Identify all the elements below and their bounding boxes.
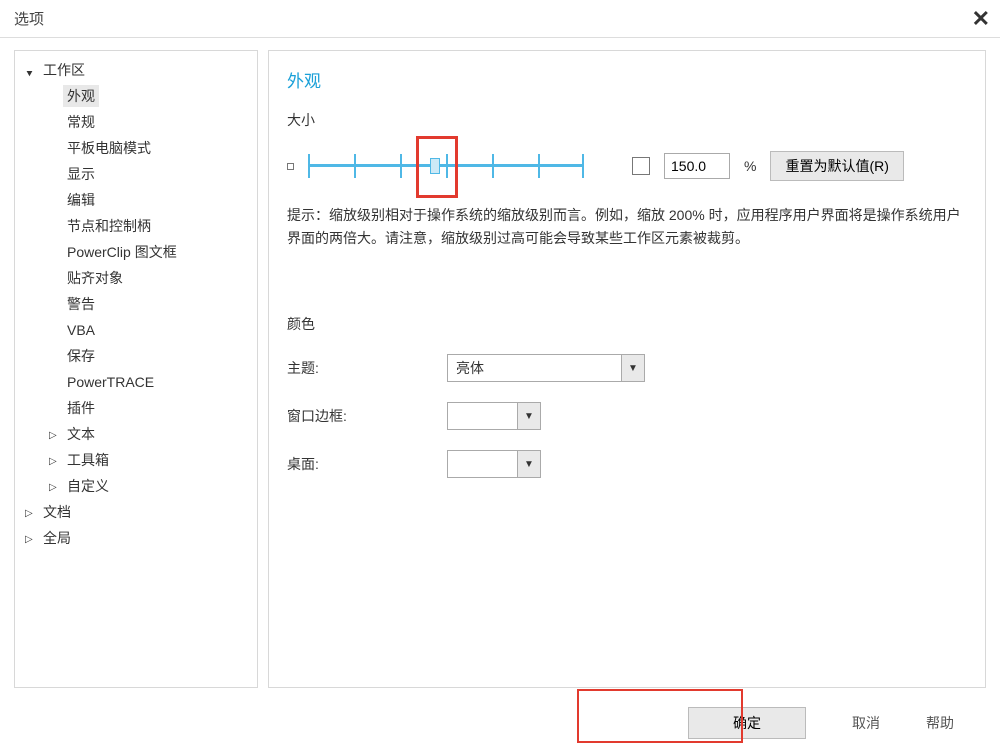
tree-item-plugins[interactable]: 插件 bbox=[15, 395, 257, 421]
ok-button[interactable]: 确定 bbox=[688, 707, 806, 739]
tree-item-toolbox[interactable]: 工具箱 bbox=[15, 447, 257, 473]
tree-item-powerclip[interactable]: PowerClip 图文框 bbox=[15, 239, 257, 265]
tree-item-nodes[interactable]: 节点和控制柄 bbox=[15, 213, 257, 239]
cancel-button[interactable]: 取消 bbox=[852, 713, 880, 733]
tree-item-tablet[interactable]: 平板电脑模式 bbox=[15, 135, 257, 161]
desktop-row: 桌面: ▼ bbox=[287, 450, 967, 478]
footer: 确定 取消 帮助 bbox=[0, 691, 1000, 755]
tree-item-appearance[interactable]: 外观 bbox=[15, 83, 257, 109]
panel-title: 外观 bbox=[287, 67, 967, 92]
border-label: 窗口边框: bbox=[287, 406, 447, 426]
tree-item-save[interactable]: 保存 bbox=[15, 343, 257, 369]
theme-label: 主题: bbox=[287, 358, 447, 378]
tree-panel: 工作区 外观 常规 平板电脑模式 显示 编辑 节点和控制柄 PowerClip … bbox=[14, 50, 258, 688]
tree-item-document[interactable]: 文档 bbox=[15, 499, 257, 525]
chevron-down-icon[interactable]: ▼ bbox=[517, 402, 541, 430]
tree-item-powertrace[interactable]: PowerTRACE bbox=[15, 369, 257, 395]
tree-item-general[interactable]: 常规 bbox=[15, 109, 257, 135]
slider-tick bbox=[446, 154, 448, 178]
slider-thumb[interactable] bbox=[430, 158, 440, 174]
slider-tick bbox=[308, 154, 310, 178]
size-hint: 提示：缩放级别相对于操作系统的缩放级别而言。例如，缩放 200% 时，应用程序用… bbox=[287, 204, 967, 250]
slider-tick bbox=[400, 154, 402, 178]
chevron-down-icon[interactable]: ▼ bbox=[517, 450, 541, 478]
nav-tree: 工作区 外观 常规 平板电脑模式 显示 编辑 节点和控制柄 PowerClip … bbox=[15, 57, 257, 551]
titlebar: 选项 ✕ bbox=[0, 0, 1000, 38]
slider-tick bbox=[582, 154, 584, 178]
tree-item-snap[interactable]: 贴齐对象 bbox=[15, 265, 257, 291]
close-icon[interactable]: ✕ bbox=[972, 8, 990, 30]
size-preview-icon bbox=[287, 163, 294, 170]
theme-combo-text: 亮体 bbox=[447, 354, 621, 382]
tree-item-workspace[interactable]: 工作区 bbox=[15, 57, 257, 83]
tree-item-display[interactable]: 显示 bbox=[15, 161, 257, 187]
size-row: % 重置为默认值(R) bbox=[287, 150, 967, 182]
reset-button[interactable]: 重置为默认值(R) bbox=[770, 151, 903, 181]
scale-value-input[interactable] bbox=[664, 153, 730, 179]
desktop-combo[interactable]: ▼ bbox=[447, 450, 541, 478]
tree-item-warnings[interactable]: 警告 bbox=[15, 291, 257, 317]
tree-item-edit[interactable]: 编辑 bbox=[15, 187, 257, 213]
theme-row: 主题: 亮体 ▼ bbox=[287, 354, 967, 382]
body-area: 工作区 外观 常规 平板电脑模式 显示 编辑 节点和控制柄 PowerClip … bbox=[0, 38, 1000, 688]
size-section-label: 大小 bbox=[287, 110, 967, 130]
chevron-down-icon[interactable]: ▼ bbox=[621, 354, 645, 382]
theme-combo[interactable]: 亮体 ▼ bbox=[447, 354, 645, 382]
slider-tick bbox=[538, 154, 540, 178]
tree-item-global[interactable]: 全局 bbox=[15, 525, 257, 551]
help-button[interactable]: 帮助 bbox=[926, 713, 954, 733]
tree-item-vba[interactable]: VBA bbox=[15, 317, 257, 343]
desktop-combo-text bbox=[447, 450, 517, 478]
desktop-label: 桌面: bbox=[287, 454, 447, 474]
slider-tick bbox=[492, 154, 494, 178]
percent-label: % bbox=[744, 158, 756, 174]
window-title: 选项 bbox=[14, 8, 44, 29]
color-section-label: 颜色 bbox=[287, 314, 967, 334]
tree-item-customize[interactable]: 自定义 bbox=[15, 473, 257, 499]
size-checkbox[interactable] bbox=[632, 157, 650, 175]
border-row: 窗口边框: ▼ bbox=[287, 402, 967, 430]
content-panel: 外观 大小 % 重置为默认值(R) 提示：缩放级别相对于操作系统的缩放 bbox=[268, 50, 986, 688]
slider-tick bbox=[354, 154, 356, 178]
tree-item-text[interactable]: 文本 bbox=[15, 421, 257, 447]
size-slider[interactable] bbox=[308, 150, 584, 182]
border-combo-text bbox=[447, 402, 517, 430]
border-combo[interactable]: ▼ bbox=[447, 402, 541, 430]
